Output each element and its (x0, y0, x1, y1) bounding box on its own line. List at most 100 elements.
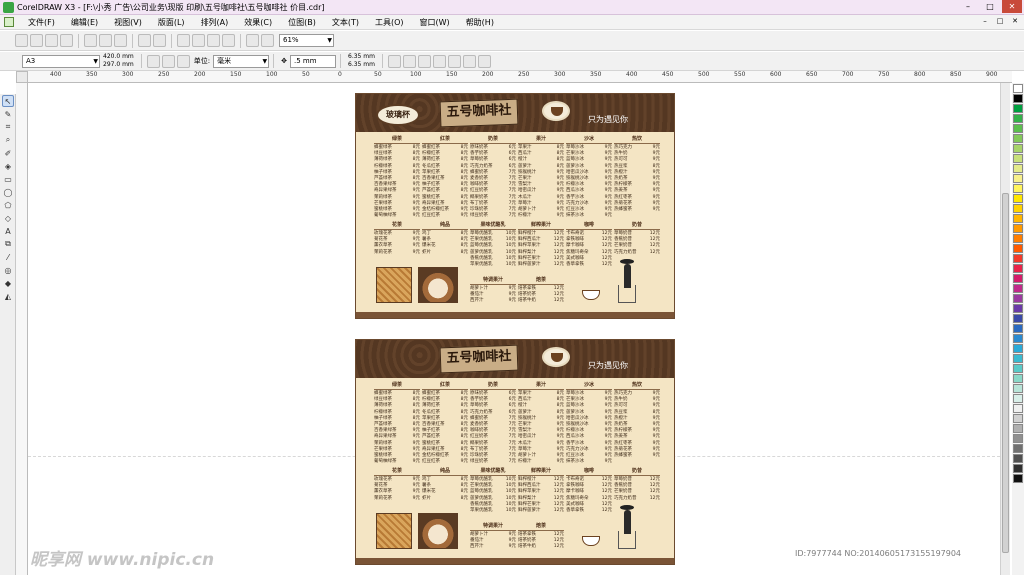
color-swatch[interactable] (1013, 204, 1023, 213)
color-swatch[interactable] (1013, 414, 1023, 423)
drawing-canvas[interactable]: 玻璃杯 五号咖啡社 只为遇见你 绿茶 蜂蜜绿茶 8元 绿豆绿茶 8元 薄荷绿茶 8元 柠檬绿茶… (28, 83, 1000, 575)
color-swatch[interactable] (1013, 464, 1023, 473)
text-tool-icon[interactable]: A (2, 225, 14, 237)
portrait-icon[interactable] (146, 54, 160, 68)
maximize-button[interactable]: □ (980, 0, 1000, 13)
menu-file[interactable]: 文件(F) (20, 17, 63, 28)
color-swatch[interactable] (1013, 304, 1023, 313)
menu-help[interactable]: 帮助(H) (458, 17, 502, 28)
save-icon[interactable] (45, 34, 58, 47)
color-swatch[interactable] (1013, 284, 1023, 293)
color-swatch[interactable] (1013, 214, 1023, 223)
menu-text[interactable]: 文本(T) (324, 17, 367, 28)
zoom-level-select[interactable]: 61% ▼ (279, 34, 334, 47)
basic-shapes-icon[interactable]: ◇ (2, 212, 14, 224)
color-swatch[interactable] (1013, 294, 1023, 303)
ellipse-tool-icon[interactable]: ◯ (2, 186, 14, 198)
color-swatch[interactable] (1013, 84, 1023, 93)
new-icon[interactable] (15, 34, 28, 47)
menu-arrange[interactable]: 排列(A) (193, 17, 237, 28)
vertical-ruler[interactable] (16, 83, 28, 575)
menu-bitmaps[interactable]: 位图(B) (280, 17, 324, 28)
color-swatch[interactable] (1013, 444, 1023, 453)
all-pages-icon[interactable] (176, 54, 190, 68)
edit-across-layers-icon[interactable] (432, 54, 446, 68)
zoom-icon[interactable] (246, 34, 259, 47)
color-swatch[interactable] (1013, 104, 1023, 113)
menu-effects[interactable]: 效果(C) (236, 17, 280, 28)
color-swatch[interactable] (1013, 174, 1023, 183)
menu-card-bottom[interactable]: 五号咖啡社 只为遇见你 绿茶 蜂蜜绿茶 8元 绿豆绿茶 8元 薄荷绿茶 8元 柠檬绿茶 8元 柚子… (355, 339, 675, 565)
color-swatch[interactable] (1013, 334, 1023, 343)
color-swatch[interactable] (1013, 194, 1023, 203)
doc-minimize-button[interactable]: – (980, 16, 990, 26)
color-swatch[interactable] (1013, 234, 1023, 243)
horizontal-ruler[interactable]: 400 350 300 250 200 150 100 50 0 50 100 150 200 250 30… (28, 71, 1012, 83)
crop-tool-icon[interactable]: ⌗ (2, 121, 14, 133)
import-icon[interactable] (177, 34, 190, 47)
color-swatch[interactable] (1013, 274, 1023, 283)
copy-icon[interactable] (99, 34, 112, 47)
page-height-field[interactable]: 297.0 mm (103, 61, 134, 69)
vertical-scrollbar[interactable] (1000, 83, 1010, 575)
snap-icon[interactable] (261, 34, 274, 47)
units-toggle-icon[interactable] (387, 54, 401, 68)
color-swatch[interactable] (1013, 134, 1023, 143)
color-swatch[interactable] (1013, 364, 1023, 373)
options-icon[interactable] (477, 54, 491, 68)
duplicate-y-field[interactable]: 6.35 mm (348, 61, 375, 69)
freehand-tool-icon[interactable]: ✐ (2, 147, 14, 159)
color-swatch[interactable] (1013, 454, 1023, 463)
color-swatch[interactable] (1013, 324, 1023, 333)
menu-layout[interactable]: 版面(L) (150, 17, 193, 28)
color-swatch[interactable] (1013, 384, 1023, 393)
doc-close-button[interactable]: ✕ (1010, 16, 1020, 26)
color-swatch[interactable] (1013, 434, 1023, 443)
color-swatch[interactable] (1013, 144, 1023, 153)
close-button[interactable]: ✕ (1002, 0, 1022, 13)
color-swatch[interactable] (1013, 374, 1023, 383)
color-swatch[interactable] (1013, 154, 1023, 163)
corel-online-icon[interactable] (222, 34, 235, 47)
treat-as-filled-icon[interactable] (402, 54, 416, 68)
polygon-tool-icon[interactable]: ⬠ (2, 199, 14, 211)
doc-restore-button[interactable]: □ (995, 16, 1005, 26)
color-swatch[interactable] (1013, 404, 1023, 413)
pick-tool-icon[interactable]: ↖ (2, 95, 14, 107)
minimize-button[interactable]: – (958, 0, 978, 13)
interactive-blend-icon[interactable]: ⧉ (2, 238, 14, 250)
color-swatch[interactable] (1013, 344, 1023, 353)
application-launcher-icon[interactable] (207, 34, 220, 47)
shape-tool-icon[interactable]: ✎ (2, 108, 14, 120)
menu-tools[interactable]: 工具(O) (367, 17, 412, 28)
color-swatch[interactable] (1013, 474, 1023, 483)
landscape-icon[interactable] (161, 54, 175, 68)
scrollbar-thumb[interactable] (1002, 193, 1009, 553)
rectangle-tool-icon[interactable]: ▭ (2, 173, 14, 185)
redo-icon[interactable] (153, 34, 166, 47)
open-icon[interactable] (30, 34, 43, 47)
color-swatch[interactable] (1013, 224, 1023, 233)
menu-edit[interactable]: 编辑(E) (63, 17, 106, 28)
color-swatch[interactable] (1013, 94, 1023, 103)
color-swatch[interactable] (1013, 394, 1023, 403)
wireframe-icon[interactable] (462, 54, 476, 68)
paste-icon[interactable] (114, 34, 127, 47)
color-swatch[interactable] (1013, 124, 1023, 133)
ruler-origin[interactable] (16, 71, 28, 83)
color-swatch[interactable] (1013, 264, 1023, 273)
outline-tool-icon[interactable]: ◎ (2, 264, 14, 276)
zoom-tool-icon[interactable]: ⌕ (2, 134, 14, 146)
color-swatch[interactable] (1013, 354, 1023, 363)
page-size-select[interactable]: A3 ▼ (22, 54, 100, 68)
page-width-field[interactable]: 420.0 mm (103, 53, 134, 61)
print-icon[interactable] (60, 34, 73, 47)
eyedropper-tool-icon[interactable]: ⁄ (2, 251, 14, 263)
fill-tool-icon[interactable]: ◆ (2, 277, 14, 289)
color-swatch[interactable] (1013, 314, 1023, 323)
menu-view[interactable]: 视图(V) (106, 17, 150, 28)
color-swatch[interactable] (1013, 184, 1023, 193)
object-behind-icon[interactable] (447, 54, 461, 68)
cut-icon[interactable] (84, 34, 97, 47)
undo-icon[interactable] (138, 34, 151, 47)
